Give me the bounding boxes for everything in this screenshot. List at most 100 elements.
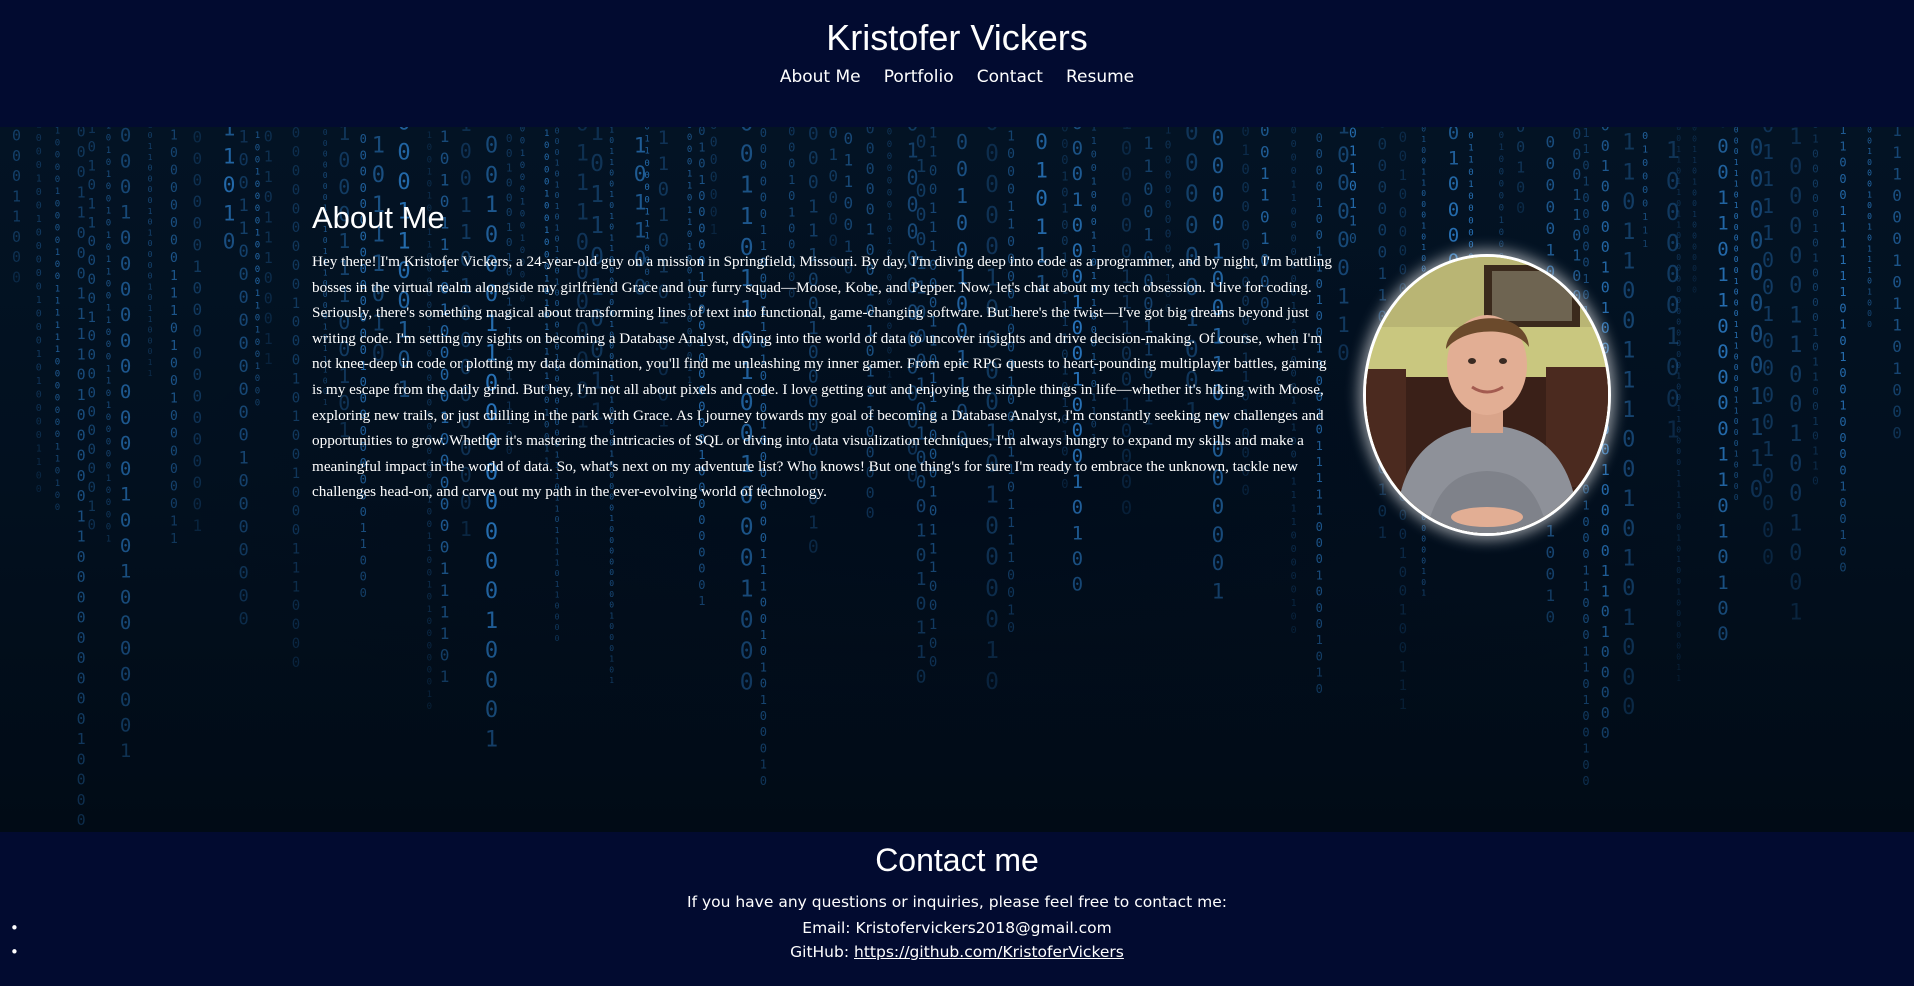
binary-rain-glyph: 1 — [264, 148, 273, 166]
binary-rain-glyph: 0 — [1812, 311, 1819, 324]
binary-rain-glyph: 0 — [1676, 598, 1681, 607]
about-section: 0001000110000110010001001000001000101000… — [0, 127, 1914, 832]
binary-rain-glyph: 0 — [170, 216, 178, 231]
binary-rain-glyph: 0 — [170, 199, 178, 214]
binary-rain-glyph: 0 — [360, 505, 367, 519]
binary-rain-glyph: 1 — [440, 127, 450, 146]
binary-rain-glyph: 1 — [1717, 264, 1728, 286]
binary-rain-glyph: 0 — [1692, 275, 1697, 284]
nav-link-portfolio[interactable]: Portfolio — [884, 67, 954, 87]
binary-rain-glyph: 1 — [255, 362, 260, 372]
binary-rain-glyph: 0 — [1582, 758, 1589, 772]
binary-rain-glyph: 0 — [1212, 127, 1225, 150]
binary-rain-glyph: 1 — [55, 345, 60, 355]
binary-rain-glyph: 0 — [1734, 266, 1739, 275]
binary-rain-glyph: 1 — [77, 204, 86, 222]
binary-rain-glyph: 0 — [12, 127, 21, 145]
binary-rain-glyph: 0 — [120, 227, 131, 249]
binary-rain-glyph: 0 — [1762, 127, 1774, 137]
binary-rain-glyph: 0 — [106, 292, 111, 302]
binary-rain-glyph: 1 — [760, 547, 767, 561]
binary-rain-glyph: 0 — [1316, 520, 1323, 534]
binary-rain-glyph: 0 — [1316, 163, 1323, 177]
binary-rain-glyph: 0 — [36, 268, 42, 279]
binary-rain-glyph: 0 — [372, 163, 385, 188]
binary-rain-glyph: 1 — [36, 214, 42, 225]
binary-rain-glyph: 1 — [1421, 567, 1426, 576]
binary-rain-glyph: 0 — [239, 288, 249, 308]
binary-rain-glyph: 0 — [1378, 178, 1388, 197]
binary-rain-glyph: 0 — [1601, 724, 1610, 742]
binary-rain-glyph: 0 — [609, 622, 614, 631]
binary-rain-glyph: 0 — [1421, 189, 1426, 198]
binary-rain-glyph: 0 — [1546, 197, 1556, 216]
binary-rain-glyph: 0 — [1676, 328, 1681, 337]
binary-rain-glyph: 1 — [55, 187, 60, 197]
binary-rain-glyph: 0 — [887, 128, 892, 138]
binary-rain-glyph: 1 — [1601, 623, 1610, 641]
binary-rain-glyph: 1 — [1421, 135, 1426, 144]
binary-rain-glyph: 1 — [1622, 250, 1635, 275]
binary-rain-glyph: 0 — [1601, 663, 1610, 681]
binary-rain-glyph: 0 — [1676, 242, 1681, 251]
binary-rain-glyph: 0 — [397, 127, 410, 136]
binary-rain-glyph: 1 — [1601, 299, 1610, 317]
binary-rain-glyph: 1 — [1812, 445, 1819, 458]
binary-rain-glyph: 0 — [1717, 238, 1728, 260]
binary-rain-glyph: 0 — [1582, 158, 1589, 172]
about-heading: About Me — [312, 200, 445, 235]
binary-rain-glyph: 0 — [292, 315, 300, 331]
binary-rain-glyph: 0 — [427, 143, 432, 153]
binary-rain-glyph: 0 — [255, 180, 260, 190]
binary-rain-glyph: 1 — [1421, 589, 1426, 598]
binary-rain-glyph: 0 — [193, 235, 203, 254]
binary-rain-glyph: 0 — [1468, 131, 1473, 141]
binary-rain-glyph: 0 — [255, 204, 260, 214]
binary-rain-glyph: 0 — [485, 668, 498, 693]
binary-rain-glyph: 0 — [1378, 502, 1388, 521]
binary-rain-glyph: 0 — [1316, 601, 1323, 615]
binary-rain-glyph: 0 — [88, 461, 96, 477]
binary-rain-glyph: 0 — [1421, 232, 1426, 241]
binary-rain-glyph: 0 — [292, 655, 300, 671]
binary-rain-glyph: 0 — [916, 127, 927, 128]
binary-rain-glyph: 0 — [1546, 219, 1556, 238]
binary-rain-glyph: 0 — [88, 404, 96, 420]
nav-link-about-me[interactable]: About Me — [780, 67, 861, 87]
binary-rain-glyph: 0 — [1717, 623, 1728, 645]
binary-rain-glyph: 0 — [292, 353, 300, 369]
binary-rain-glyph: 0 — [485, 520, 498, 545]
binary-rain-glyph: 1 — [193, 257, 203, 276]
binary-rain-glyph: 0 — [1291, 584, 1297, 595]
binary-rain-glyph: 0 — [1789, 393, 1802, 418]
binary-rain-glyph: 1 — [55, 248, 60, 258]
binary-rain-glyph: 0 — [985, 545, 999, 571]
binary-rain-glyph: 0 — [887, 164, 892, 174]
binary-rain-glyph: 0 — [1601, 137, 1610, 155]
binary-rain-glyph: 1 — [1601, 582, 1610, 600]
binary-rain-glyph: 1 — [264, 249, 273, 267]
binary-rain-glyph: 0 — [193, 343, 203, 362]
binary-rain-glyph: 1 — [1399, 168, 1407, 184]
nav-link-resume[interactable]: Resume — [1066, 67, 1134, 87]
binary-rain-glyph: 0 — [485, 579, 498, 604]
binary-rain-glyph: 0 — [106, 389, 111, 399]
binary-rain-glyph: 1 — [1468, 180, 1473, 190]
binary-rain-glyph: 1 — [698, 140, 705, 154]
binary-rain-glyph: 0 — [740, 127, 754, 137]
binary-rain-glyph: 0 — [1734, 147, 1739, 156]
binary-rain-glyph: 0 — [1582, 515, 1589, 529]
binary-rain-glyph: 0 — [106, 158, 111, 168]
binary-rain-glyph: 0 — [106, 510, 111, 520]
binary-rain-glyph: 0 — [929, 655, 937, 671]
binary-rain-glyph: 0 — [1241, 181, 1249, 197]
nav-link-contact[interactable]: Contact — [977, 67, 1043, 87]
binary-rain-glyph: 1 — [1734, 342, 1739, 351]
main-nav: About Me Portfolio Contact Resume — [0, 66, 1914, 88]
github-link[interactable]: https://github.com/KristoferVickers — [854, 943, 1124, 961]
binary-rain-glyph: 1 — [1399, 546, 1407, 562]
binary-rain-glyph: 0 — [120, 586, 131, 608]
binary-rain-glyph: 1 — [1378, 480, 1388, 499]
binary-rain-glyph: 0 — [1378, 221, 1388, 240]
binary-rain-glyph: 0 — [520, 161, 525, 171]
